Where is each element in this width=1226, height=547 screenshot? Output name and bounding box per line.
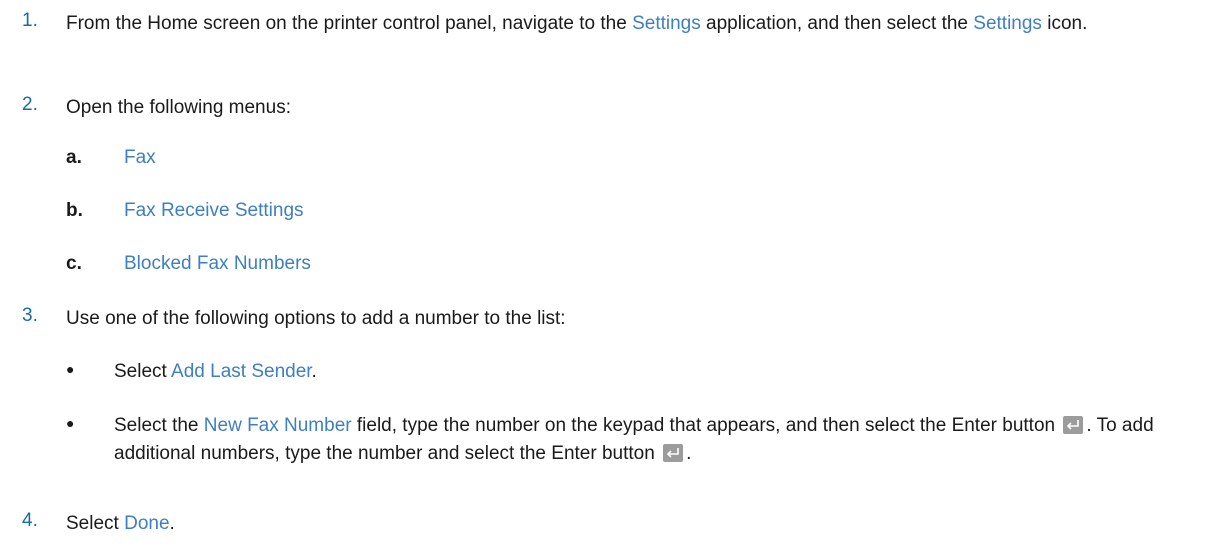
step-number: 1.	[22, 10, 38, 31]
bullet-icon: ●	[66, 415, 75, 431]
bullet-text-part: Select the	[114, 415, 204, 436]
bullet-text-part: Select	[114, 361, 172, 382]
step-text: Select Done.	[66, 510, 1212, 538]
step-number: 3.	[22, 305, 38, 326]
sub-item-label: Blocked Fax Numbers	[124, 253, 311, 274]
step-text-part: From the Home screen on the printer cont…	[66, 13, 633, 34]
ui-term-done: Done	[124, 513, 170, 534]
step-number: 2.	[22, 94, 38, 115]
bullet-text-part: field, type the number on the keypad tha…	[351, 415, 1061, 436]
sub-item-letter: a.	[66, 147, 82, 168]
bullet-icon: ●	[66, 361, 75, 377]
ui-term-add-last-sender: Add Last Sender	[171, 361, 312, 382]
step-text-part: icon.	[1041, 13, 1088, 34]
sub-item-label: Fax	[124, 147, 156, 168]
step-text-part: Select	[66, 513, 125, 534]
ui-term-settings-app: Settings	[632, 13, 701, 34]
step-text: Use one of the following options to add …	[66, 308, 566, 329]
sub-item-letter: b.	[66, 200, 83, 221]
step-text: From the Home screen on the printer cont…	[66, 10, 1212, 38]
ui-term-new-fax-number: New Fax Number	[203, 415, 352, 436]
step-text-part: application, and then select the	[700, 13, 974, 34]
enter-key-icon	[1063, 416, 1084, 434]
step-text-part: .	[169, 513, 175, 534]
bullet-text: Select the New Fax Number field, type th…	[114, 412, 1212, 468]
step-text: Open the following menus:	[66, 97, 291, 118]
sub-item-letter: c.	[66, 253, 82, 274]
bullet-text-part: .	[311, 361, 317, 382]
enter-key-icon	[663, 444, 684, 462]
step-number: 4.	[22, 510, 38, 531]
bullet-text-part: .	[686, 443, 692, 464]
ui-term-settings-icon: Settings	[973, 13, 1042, 34]
sub-item-label: Fax Receive Settings	[124, 200, 304, 221]
document-page: { "steps": [ { "number": "1.", "before_1…	[0, 0, 1226, 547]
bullet-text: Select Add Last Sender.	[114, 358, 1212, 386]
